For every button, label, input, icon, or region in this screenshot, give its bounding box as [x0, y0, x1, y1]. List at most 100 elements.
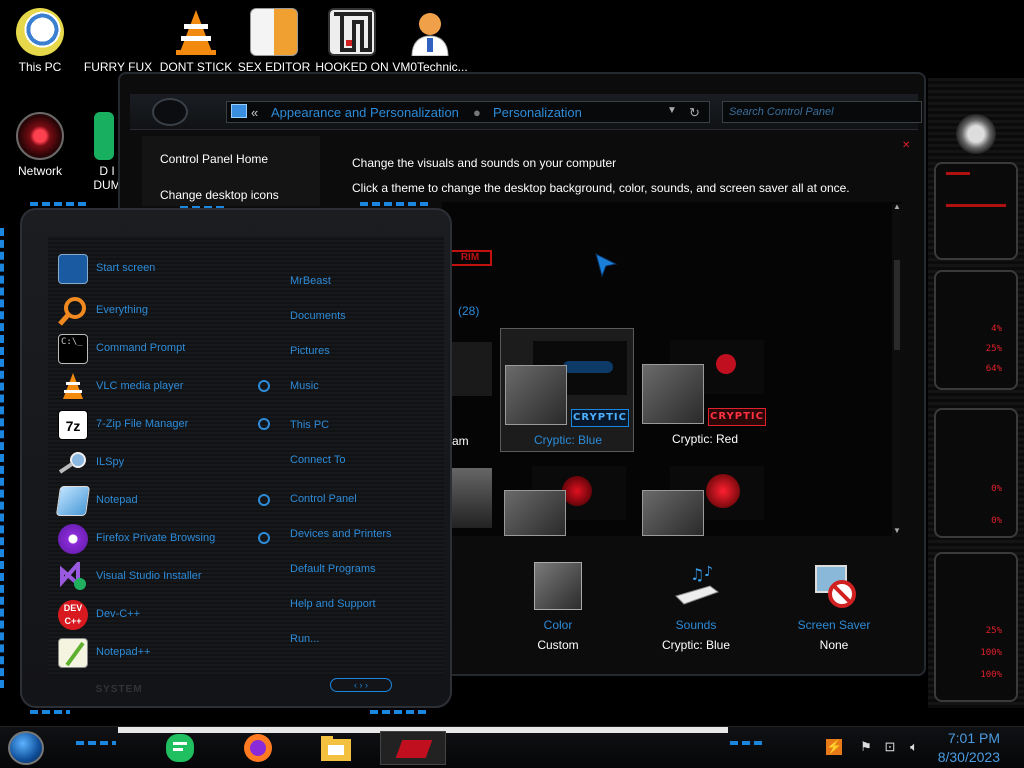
- taskbar-app-file-explorer[interactable]: [318, 731, 354, 765]
- app-notepadpp[interactable]: Notepad++: [58, 638, 278, 670]
- submenu-arrow-icon[interactable]: [258, 380, 270, 392]
- breadcrumb-personalization[interactable]: Personalization: [493, 105, 582, 120]
- volume-readout: 100%: [980, 670, 1002, 680]
- refresh-icon[interactable]: ↻: [689, 105, 700, 121]
- theme-partial-preview[interactable]: [452, 468, 492, 528]
- start-menu-side-accent: [0, 228, 14, 688]
- place-connect-to[interactable]: Connect To: [290, 454, 345, 466]
- start-menu: Start screen Everything C:\_ Command Pro…: [0, 198, 456, 722]
- scrollbar-thumb[interactable]: [894, 260, 900, 350]
- app-everything[interactable]: Everything: [58, 296, 278, 328]
- place-default-programs[interactable]: Default Programs: [290, 563, 376, 575]
- mouse-cursor-icon: [594, 252, 618, 283]
- submenu-arrow-icon[interactable]: [258, 418, 270, 430]
- app-devcpp[interactable]: DEV C++ Dev-C++: [58, 600, 278, 632]
- app-start-screen[interactable]: Start screen: [58, 254, 278, 286]
- scroll-up-arrow-icon[interactable]: ▲: [893, 202, 901, 211]
- place-help-and-support[interactable]: Help and Support: [290, 598, 376, 610]
- 7zip-icon: 7z: [58, 410, 88, 440]
- setting-value: None: [819, 638, 849, 652]
- system-badge: SYSTEM: [95, 684, 143, 695]
- disk-readout: 0%: [991, 516, 1002, 526]
- place-run[interactable]: Run...: [290, 633, 319, 645]
- place-devices-and-printers[interactable]: Devices and Printers: [290, 528, 392, 540]
- app-label: Dev-C++: [96, 608, 141, 620]
- cpu-readout: 25%: [985, 344, 1002, 354]
- app-vlc[interactable]: VLC media player: [58, 372, 278, 404]
- app-firefox-private[interactable]: Firefox Private Browsing: [58, 524, 278, 556]
- visual-studio-icon: [58, 558, 88, 592]
- alienware-sidebar-gadget: 4% 25% 64% 0% 0% 25% 100% 100%: [928, 78, 1024, 708]
- screen-saver-none-icon: [810, 562, 858, 610]
- java-update-icon[interactable]: ⚡: [826, 739, 842, 755]
- theme-scrollbar[interactable]: ▲ ▼: [892, 202, 902, 536]
- setting-label: Sounds: [675, 618, 717, 632]
- app-label: Command Prompt: [96, 342, 186, 354]
- sounds-setting[interactable]: ♫ ♪ Sounds Cryptic: Blue: [636, 562, 756, 652]
- app-visual-studio-installer[interactable]: Visual Studio Installer: [58, 558, 278, 594]
- place-this-pc[interactable]: This PC: [290, 419, 329, 431]
- app-ilspy[interactable]: ILSpy: [58, 448, 278, 480]
- theme-preview-red-glow[interactable]: [500, 458, 634, 536]
- breadcrumb-appearance[interactable]: Appearance and Personalization: [271, 105, 459, 120]
- vlc-cone-icon: [172, 8, 220, 56]
- action-center-flag-icon[interactable]: ⚑: [858, 739, 874, 755]
- address-bar[interactable]: « Appearance and Personalization ● Perso…: [226, 101, 710, 123]
- app-command-prompt[interactable]: C:\_ Command Prompt: [58, 334, 278, 366]
- page-nav-arrows[interactable]: ‹ › ›: [330, 678, 392, 692]
- place-documents[interactable]: Documents: [290, 310, 346, 322]
- desktop-icon-sex-editor[interactable]: SEX EDITOR: [234, 8, 314, 74]
- scroll-down-arrow-icon[interactable]: ▼: [893, 526, 901, 535]
- theme-preview-red-alien[interactable]: [638, 458, 772, 536]
- theme-cryptic-red[interactable]: CRYPTIC Cryptic: Red: [638, 328, 772, 452]
- place-music[interactable]: Music: [290, 380, 319, 392]
- search-input[interactable]: Search Control Panel: [722, 101, 922, 123]
- maze-game-icon: [328, 8, 376, 56]
- clock-date[interactable]: 8/30/2023: [938, 749, 1000, 765]
- back-forward-button[interactable]: [152, 98, 188, 126]
- app-label: ILSpy: [96, 456, 125, 468]
- notepadpp-icon: [58, 638, 88, 668]
- desktop-icon-vm0technic[interactable]: VM0Technic...: [390, 8, 470, 74]
- clock-time[interactable]: 7:01 PM: [948, 730, 1000, 746]
- desktop-icon-hooked-on[interactable]: HOOKED ON: [312, 8, 392, 74]
- place-mrbeast[interactable]: MrBeast: [290, 275, 331, 287]
- network-readout: 25%: [985, 626, 1002, 636]
- control-panel-home-link[interactable]: Control Panel Home: [160, 152, 268, 166]
- active-window-thumbnail: [395, 740, 433, 758]
- desktop-icon-this-pc[interactable]: This PC: [0, 8, 80, 74]
- app-notepad[interactable]: Notepad: [55, 486, 278, 518]
- close-icon[interactable]: ✕: [902, 140, 910, 151]
- screen-saver-setting[interactable]: Screen Saver None: [774, 562, 894, 652]
- theme-cryptic-blue[interactable]: CRYPTIC Cryptic: Blue: [500, 328, 634, 452]
- theme-preview-window: [505, 365, 567, 425]
- submenu-arrow-icon[interactable]: [258, 494, 270, 506]
- taskbar-app-control-panel[interactable]: [380, 731, 446, 765]
- doctor-avatar-icon: [406, 8, 454, 57]
- app-7zip[interactable]: 7z 7-Zip File Manager: [58, 410, 278, 442]
- taskbar-app-green-notes[interactable]: [162, 731, 198, 765]
- green-app-icon: [94, 112, 114, 160]
- desktop-icon-furry-fux[interactable]: FURRY FUX: [78, 8, 158, 74]
- place-control-panel[interactable]: Control Panel: [290, 493, 357, 505]
- place-pictures[interactable]: Pictures: [290, 345, 330, 357]
- app-label: Notepad: [96, 494, 138, 506]
- theme-preview-badge: CRYPTIC: [708, 408, 766, 426]
- alien-globe-icon: [16, 112, 64, 160]
- app-label: Everything: [96, 304, 148, 316]
- hxd-hex-editor-icon: [250, 8, 298, 56]
- desktop-icon-d-i-dum[interactable]: D I DUM: [66, 112, 126, 192]
- start-orb-button[interactable]: [8, 731, 44, 765]
- theme-partial-preview[interactable]: [452, 342, 492, 396]
- start-screen-icon: [58, 254, 88, 284]
- color-setting[interactable]: Color Custom: [498, 562, 618, 652]
- chevron-down-icon[interactable]: ▼: [667, 105, 677, 116]
- submenu-arrow-icon[interactable]: [258, 532, 270, 544]
- app-label: Visual Studio Installer: [96, 570, 202, 582]
- volume-icon[interactable]: 🔈︎: [906, 739, 922, 755]
- desktop-icon-dont-stick[interactable]: DONT STICK: [156, 8, 236, 74]
- breadcrumb-overflow[interactable]: «: [251, 105, 258, 120]
- taskbar-app-firefox[interactable]: [240, 731, 276, 765]
- network-icon[interactable]: ⊡: [882, 739, 898, 755]
- app-label: Firefox Private Browsing: [96, 532, 216, 544]
